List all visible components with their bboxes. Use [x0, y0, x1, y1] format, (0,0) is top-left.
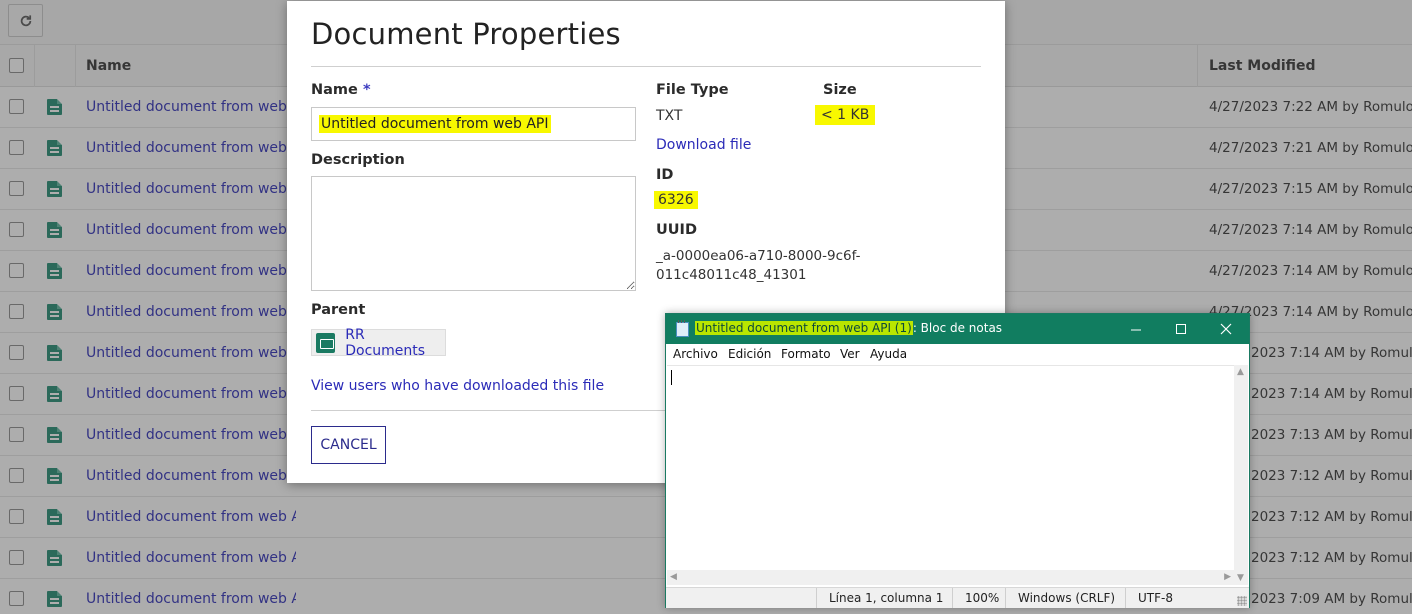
size-label: Size	[823, 82, 857, 98]
parent-folder-chip[interactable]: RR Documents	[311, 326, 446, 359]
id-value-wrap: 6326	[654, 191, 698, 209]
uuid-value-line2: 011c48011c48_41301	[656, 267, 807, 283]
cancel-button[interactable]: CANCEL	[311, 426, 386, 464]
description-field[interactable]	[311, 176, 636, 291]
horizontal-scrollbar[interactable]: ◀ ▶	[667, 570, 1234, 585]
description-label: Description	[311, 152, 405, 168]
notepad-title-app: : Bloc de notas	[912, 321, 1003, 335]
menu-ayuda[interactable]: Ayuda	[870, 347, 907, 361]
uuid-label: UUID	[656, 222, 697, 238]
file-type-label: File Type	[656, 82, 729, 98]
scroll-up-icon[interactable]: ▲	[1237, 367, 1244, 377]
maximize-icon	[1175, 323, 1186, 334]
notepad-menubar: Archivo Edición Formato Ver Ayuda	[666, 344, 1249, 364]
close-icon	[1220, 323, 1232, 335]
status-encoding: UTF-8	[1125, 588, 1235, 608]
status-zoom: 100%	[952, 588, 1005, 608]
notepad-statusbar: Línea 1, columna 1 100% Windows (CRLF) U…	[666, 587, 1249, 608]
menu-ver[interactable]: Ver	[840, 347, 860, 361]
name-field[interactable]: Untitled document from web API	[311, 107, 636, 141]
status-cursor-position: Línea 1, columna 1	[816, 588, 952, 608]
name-field-value: Untitled document from web API	[319, 115, 551, 133]
menu-edicion[interactable]: Edición	[728, 347, 771, 361]
parent-label: Parent	[311, 302, 366, 318]
vertical-scrollbar[interactable]: ▲ ▼	[1234, 365, 1248, 585]
download-file-link[interactable]: Download file	[656, 137, 751, 153]
minimize-button[interactable]	[1113, 314, 1159, 344]
menu-formato[interactable]: Formato	[781, 347, 831, 361]
notepad-window: Untitled document from web API (1): Bloc…	[665, 313, 1250, 608]
menu-archivo[interactable]: Archivo	[673, 347, 718, 361]
status-line-endings: Windows (CRLF)	[1005, 588, 1125, 608]
folder-icon	[316, 332, 336, 353]
scroll-left-icon[interactable]: ◀	[670, 572, 677, 582]
divider	[311, 66, 981, 67]
notepad-title-filename: Untitled document from web API (1)	[695, 321, 913, 335]
dialog-title: Document Properties	[311, 17, 621, 51]
size-value: < 1 KB	[815, 105, 876, 125]
notepad-titlebar[interactable]: Untitled document from web API (1): Bloc…	[666, 314, 1249, 344]
notepad-text-area[interactable]	[667, 365, 1234, 585]
uuid-value-line1: _a-0000ea06-a710-8000-9c6f-	[656, 248, 861, 264]
size-value-wrap: < 1 KB	[815, 105, 876, 125]
parent-folder-name: RR Documents	[345, 326, 426, 359]
minimize-icon	[1130, 329, 1141, 330]
close-button[interactable]	[1203, 314, 1249, 344]
divider	[311, 410, 671, 411]
file-type-value: TXT	[656, 108, 683, 124]
id-value: 6326	[654, 191, 698, 209]
view-downloaders-link[interactable]: View users who have downloaded this file	[311, 378, 604, 394]
required-asterisk: *	[362, 82, 371, 98]
notepad-title: Untitled document from web API (1): Bloc…	[695, 321, 1002, 335]
notepad-icon	[676, 320, 689, 337]
resize-grip[interactable]	[1237, 596, 1247, 606]
scroll-right-icon[interactable]: ▶	[1224, 572, 1231, 582]
text-caret	[671, 370, 672, 385]
maximize-button[interactable]	[1158, 314, 1204, 344]
name-label-text: Name	[311, 82, 358, 98]
id-label: ID	[656, 167, 674, 183]
name-label: Name *	[311, 82, 371, 98]
scroll-down-icon[interactable]: ▼	[1237, 573, 1244, 583]
